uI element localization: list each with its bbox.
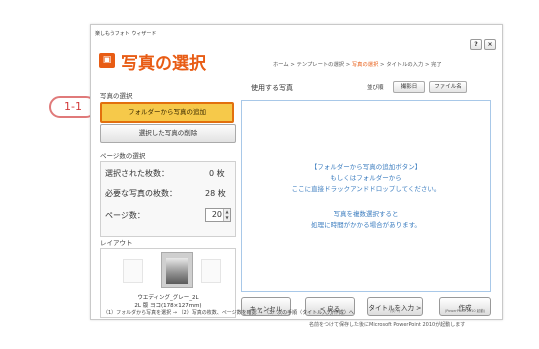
- layout-size: 2L 版 ヨコ(178×127mm): [134, 303, 202, 309]
- breadcrumb-separator: >: [423, 62, 432, 68]
- drop-hint-line: 【フォルダーから写真の追加ボタン】: [310, 163, 422, 171]
- selected-count-value: 0 枚: [209, 169, 225, 178]
- sort-by-date-button[interactable]: 撮影日: [393, 81, 425, 93]
- pages-stepper[interactable]: 20 ▲ ▼: [205, 208, 231, 222]
- wedding-photo-image: [166, 258, 188, 284]
- required-count-value: 28 枚: [205, 189, 226, 198]
- drop-hint-line: もしくはフォルダーから: [330, 174, 402, 182]
- breadcrumb-separator: >: [288, 62, 297, 68]
- breadcrumb-title[interactable]: タイトルの入力: [386, 62, 423, 68]
- sort-label: 並び順: [367, 85, 384, 91]
- powerpoint-hint: 名前をつけて保存した後にMicrosoft PowerPoint 2010が起動…: [309, 322, 466, 328]
- app-title: 楽しもうフォト ウィザード: [95, 31, 157, 37]
- layout-thumbnail-ghost: [201, 259, 221, 283]
- pages-label: ページ数：: [105, 211, 145, 220]
- drop-hint-line: ここに直接ドラックアンドドロップしてください。: [291, 185, 441, 193]
- layout-preview[interactable]: ウエディング_グレー_2L 2L 版 ヨコ(178×127mm): [100, 248, 236, 318]
- breadcrumb-separator: >: [344, 62, 352, 68]
- pages-value: 20: [211, 210, 222, 219]
- create-button-sublabel: (PowerPoint 2010 起動): [444, 309, 486, 313]
- add-photos-from-folder-button[interactable]: フォルダーから写真の追加: [100, 102, 234, 123]
- wizard-window: 楽しもうフォト ウィザード ? × ▣ 写真の選択 ホーム > テンプレートの選…: [90, 24, 503, 328]
- stepper-arrows-icon[interactable]: ▲ ▼: [223, 209, 230, 221]
- breadcrumb-current: 写真の選択: [351, 62, 379, 68]
- photo-icon: ▣: [99, 53, 115, 68]
- help-button[interactable]: ?: [470, 39, 482, 50]
- page-title: 写真の選択: [121, 54, 206, 74]
- layout-section-heading: レイアウト: [100, 239, 133, 247]
- photo-section-heading: 写真の選択: [100, 92, 133, 100]
- breadcrumb-done[interactable]: 完了: [431, 62, 442, 68]
- breadcrumb: ホーム > テンプレートの選択 > 写真の選択 > タイトルの入力 > 完了: [273, 60, 442, 68]
- create-button[interactable]: 作成 (PowerPoint 2010 起動): [439, 297, 491, 316]
- required-count-label: 必要な写真の枚数：: [105, 189, 177, 198]
- delete-selected-photos-button[interactable]: 選択した写真の削除: [100, 124, 236, 143]
- photo-drop-zone[interactable]: 【フォルダーから写真の追加ボタン】 もしくはフォルダーから ここに直接ドラックア…: [241, 100, 491, 292]
- next-button-sublabel: (次へ): [390, 309, 400, 313]
- layout-thumbnail-ghost: [123, 259, 143, 283]
- footer-instructions: （1）フォルダから写真を選択 → （2）写真の枚数、ページ数を確認 → （3）次…: [103, 310, 354, 316]
- page-count-panel: 選択された枚数： 0 枚 必要な写真の枚数： 28 枚 ページ数： 20 ▲ ▼: [100, 161, 236, 237]
- close-button[interactable]: ×: [484, 39, 496, 50]
- drop-note-line: 処理に時間がかかる場合があります。: [311, 221, 421, 229]
- selected-count-label: 選択された枚数：: [105, 169, 169, 178]
- sort-by-filename-button[interactable]: ファイル名: [429, 81, 467, 93]
- next-title-input-button[interactable]: タイトルを入力 > (次へ): [367, 297, 423, 316]
- layout-thumbnail: [161, 252, 193, 288]
- layout-name: ウエディング_グレー_2L: [137, 295, 199, 301]
- breadcrumb-template[interactable]: テンプレートの選択: [297, 62, 345, 68]
- page-count-section-heading: ページ数の選択: [100, 152, 146, 160]
- breadcrumb-home[interactable]: ホーム: [273, 62, 289, 68]
- drop-note-line: 写真を複数選択すると: [333, 210, 399, 218]
- tab-used-photos[interactable]: 使用する写真: [251, 83, 293, 93]
